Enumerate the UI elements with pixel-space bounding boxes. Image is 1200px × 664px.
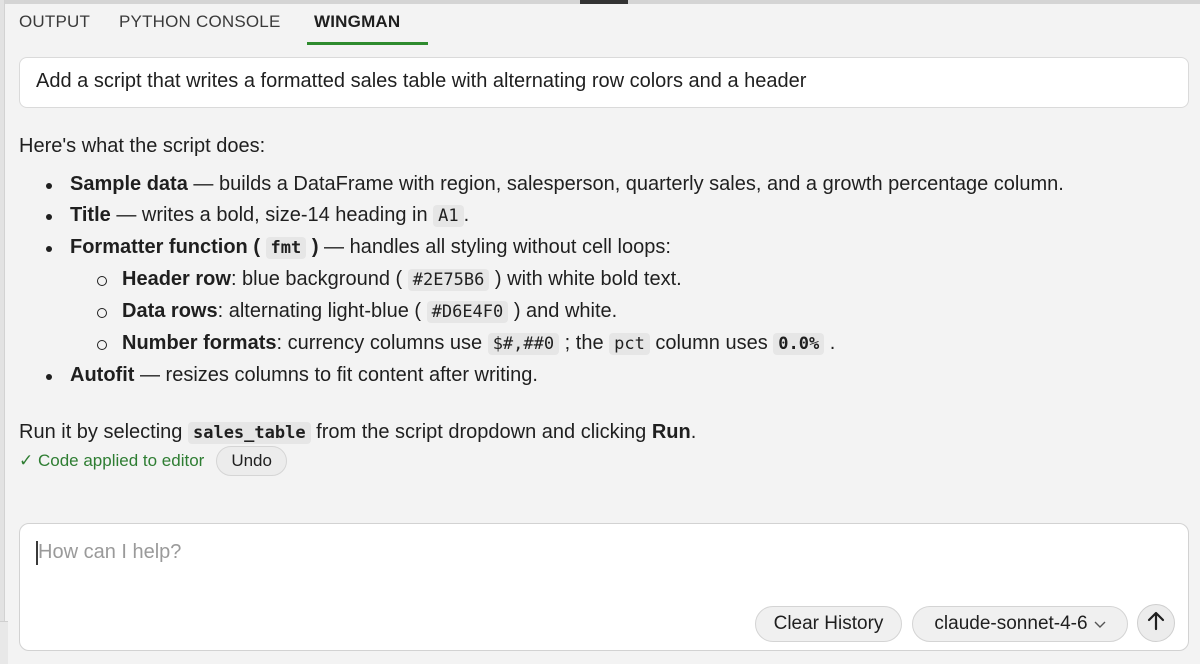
- bullet-text: ) with white bold text.: [489, 268, 682, 290]
- assistant-response: Here's what the script does: Sample data…: [19, 131, 1189, 449]
- panel-tabs: OUTPUT PYTHON CONSOLE WINGMAN: [5, 4, 1200, 45]
- bullet-title: ): [306, 236, 319, 258]
- run-instruction: Run it by selecting sales_table from the…: [19, 417, 1189, 449]
- chat-input-placeholder[interactable]: How can I help?: [38, 541, 181, 564]
- inline-code: fmt: [265, 237, 307, 259]
- code-applied-status: ✓ Code applied to editor: [19, 451, 205, 470]
- inline-code: sales_table: [187, 422, 311, 444]
- inline-code: $#,##0: [487, 333, 560, 355]
- bullet-text: : currency columns use: [276, 332, 488, 354]
- bullet-text: .: [463, 204, 470, 226]
- response-bullets: Sample data — builds a DataFrame with re…: [19, 169, 1189, 391]
- model-select-label: claude-sonnet-4-6: [934, 613, 1088, 634]
- list-item: Number formats: currency columns use $#,…: [19, 328, 1189, 360]
- inline-code: A1: [433, 205, 464, 227]
- list-item: Data rows: alternating light-blue ( #D6E…: [19, 296, 1189, 328]
- run-bold: Run: [651, 421, 691, 443]
- bullet-title: Data rows: [122, 300, 218, 322]
- list-item: Sample data — builds a DataFrame with re…: [19, 169, 1189, 200]
- undo-button[interactable]: Undo: [216, 446, 287, 476]
- bullet-text: column uses: [649, 332, 774, 354]
- apply-status-row: ✓ Code applied to editor Undo: [19, 446, 287, 476]
- list-item: Autofit — resizes columns to fit content…: [19, 360, 1189, 391]
- user-prompt-text: Add a script that writes a formatted sal…: [36, 70, 807, 92]
- left-edge: [0, 0, 5, 664]
- inline-code: 0.0%: [773, 333, 825, 355]
- model-select-dropdown[interactable]: claude-sonnet-4-6: [912, 606, 1128, 642]
- bullet-title: Sample data: [70, 173, 188, 195]
- run-text: .: [690, 421, 697, 443]
- run-text: from the script dropdown and clicking: [310, 421, 652, 443]
- clear-history-label: Clear History: [773, 613, 884, 634]
- clear-history-button[interactable]: Clear History: [755, 606, 902, 642]
- bottom-left-strip: [0, 621, 8, 664]
- list-item: Formatter function ( fmt ) — handles all…: [19, 232, 1189, 360]
- bullet-text: — builds a DataFrame with region, salesp…: [187, 173, 1064, 195]
- bullet-text: — handles all styling without cell loops…: [318, 236, 671, 258]
- send-button[interactable]: [1137, 604, 1175, 642]
- list-item: Title — writes a bold, size-14 heading i…: [19, 200, 1189, 232]
- bullet-text: : blue background (: [230, 268, 408, 290]
- inline-code: #2E75B6: [407, 269, 490, 291]
- bullet-title: Number formats: [122, 332, 277, 354]
- inline-code: pct: [609, 333, 650, 355]
- chevron-down-icon: [1094, 613, 1106, 635]
- bullet-title: Header row: [122, 268, 231, 290]
- run-text: Run it by selecting: [19, 421, 188, 443]
- tab-wingman[interactable]: WINGMAN: [314, 12, 400, 42]
- active-tab-indicator: [307, 42, 428, 45]
- tab-python-console[interactable]: PYTHON CONSOLE: [119, 12, 281, 42]
- sub-bullets: Header row: blue background ( #2E75B6 ) …: [70, 264, 1189, 360]
- bullet-title: Autofit: [70, 364, 135, 386]
- list-item: Header row: blue background ( #2E75B6 ) …: [19, 264, 1189, 296]
- bullet-text: — writes a bold, size-14 heading in: [110, 204, 434, 226]
- user-prompt-bubble: Add a script that writes a formatted sal…: [19, 57, 1189, 108]
- response-intro: Here's what the script does:: [19, 135, 266, 157]
- bullet-title: Formatter function (: [70, 236, 266, 258]
- bullet-text: ) and white.: [508, 300, 618, 322]
- bullet-text: ; the: [559, 332, 610, 354]
- chat-input-box[interactable]: How can I help? Clear History claude-son…: [19, 523, 1189, 651]
- tab-output[interactable]: OUTPUT: [19, 12, 90, 42]
- bullet-text: — resizes columns to fit content after w…: [134, 364, 538, 386]
- bullet-text: .: [824, 332, 836, 354]
- bullet-text: : alternating light-blue (: [217, 300, 427, 322]
- bullet-title: Title: [70, 204, 111, 226]
- arrow-up-icon: [1147, 611, 1165, 636]
- inline-code: #D6E4F0: [426, 301, 509, 323]
